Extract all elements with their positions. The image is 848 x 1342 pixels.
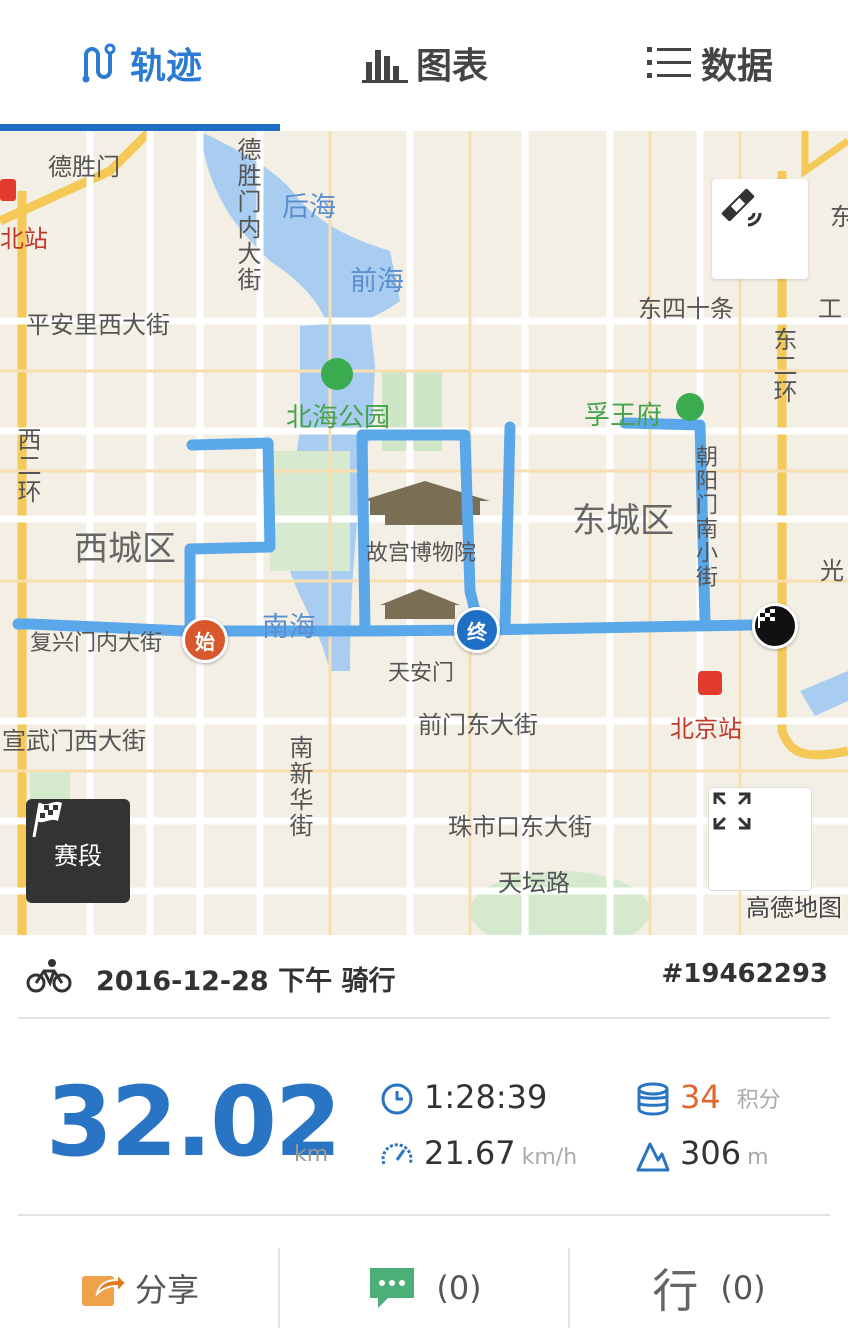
elevation-stat: 306 m	[636, 1134, 769, 1172]
checkered-flag-marker[interactable]	[752, 603, 798, 649]
coins-icon	[637, 1082, 669, 1116]
tab-data[interactable]: 数据	[570, 0, 848, 125]
map-label-xiwangfu: 孚王府	[584, 401, 663, 431]
route-end-marker[interactable]: 终	[454, 607, 500, 653]
map-label-guang: 光	[820, 557, 844, 585]
track-icon	[82, 43, 116, 82]
share-icon	[81, 1271, 127, 1306]
segment-label: 赛段	[54, 841, 102, 870]
map-label-dong: 东	[830, 203, 848, 231]
map-label-tiananmen: 天安门	[388, 661, 455, 686]
speed-value: 21.67	[424, 1134, 516, 1172]
activity-header: 2016-12-28 下午 骑行 #19462293	[0, 935, 848, 1017]
satellite-icon	[721, 188, 762, 227]
comment-icon	[370, 1268, 415, 1308]
map-label-fuxingmen: 复兴门内大街	[30, 631, 163, 656]
elevation-value: 306	[680, 1134, 742, 1172]
share-button[interactable]: 分享	[0, 1240, 278, 1336]
tab-chart[interactable]: 图表	[280, 0, 570, 125]
list-icon	[646, 46, 691, 78]
tab-track-label: 轨迹	[129, 45, 202, 87]
divider	[18, 1214, 830, 1216]
map-label-gong: 工	[818, 295, 842, 323]
duration-value: 1:28:39	[424, 1078, 548, 1116]
active-tab-indicator	[0, 124, 280, 131]
points-stat: 34 积分	[636, 1078, 781, 1116]
bar-chart-icon	[361, 49, 408, 83]
checkered-flag-icon	[758, 609, 775, 628]
fullscreen-button[interactable]	[708, 787, 812, 891]
map-label-tiantan: 天坛路	[498, 869, 570, 897]
map-label-xuanwumen: 宣武门西大街	[2, 727, 146, 755]
distance-unit: km	[294, 1142, 329, 1167]
map-label-pinganli: 平安里西大街	[26, 311, 170, 339]
like-glyph: 行	[652, 1264, 699, 1318]
comment-button[interactable]: (0)	[280, 1240, 568, 1336]
map-label-deshengmen: 德胜门	[48, 153, 120, 181]
points-value: 34	[680, 1078, 721, 1116]
speedometer-icon	[381, 1143, 413, 1165]
comment-count: (0)	[436, 1269, 482, 1307]
tab-bar: 轨迹 图表 数据	[0, 0, 848, 131]
map-label-deshengmen-nei: 德胜门内大街	[233, 137, 261, 293]
map-label-houhai: 后海	[282, 192, 336, 223]
map-label-qianmen: 前门东大街	[418, 711, 538, 739]
map-label-qianhai: 前海	[350, 266, 404, 297]
elevation-unit: m	[747, 1145, 769, 1170]
points-label: 积分	[736, 1088, 781, 1113]
map-label-xierhuan: 西二环	[13, 427, 41, 505]
map-label-beijingzhan: 北京站	[670, 715, 742, 743]
map-label-nanxinhua: 南新华街	[285, 735, 313, 839]
clock-icon	[381, 1083, 413, 1115]
expand-icon	[713, 792, 751, 830]
duration-stat: 1:28:39	[380, 1078, 547, 1116]
map-label-xicheng: 西城区	[74, 529, 176, 569]
checkered-flag-icon	[32, 801, 62, 838]
bicycle-icon	[26, 959, 72, 993]
map-label-nanhai: 南海	[262, 612, 316, 643]
tab-track[interactable]: 轨迹	[0, 0, 280, 125]
map-label-gugong: 故宫博物院	[366, 541, 477, 566]
like-count: (0)	[720, 1269, 766, 1307]
speed-stat: 21.67 km/h	[380, 1134, 577, 1172]
route-start-marker[interactable]: 始	[182, 617, 228, 663]
share-label: 分享	[134, 1271, 199, 1309]
map-credit: 高德地图	[746, 894, 842, 922]
like-button[interactable]: 行 (0)	[570, 1240, 848, 1336]
map-label-dongcheng: 东城区	[572, 501, 674, 541]
map-label-dongsi: 东四十条	[638, 295, 734, 323]
segment-button[interactable]: 赛段	[26, 799, 130, 903]
map-label-beizhan: 北站	[0, 225, 48, 253]
divider	[18, 1017, 830, 1019]
tab-chart-label: 图表	[415, 45, 488, 87]
map-label-beihai: 北海公园	[286, 403, 391, 433]
activity-id: #19462293	[661, 959, 828, 989]
activity-date: 2016-12-28 下午 骑行	[96, 966, 396, 997]
map-label-dongerhuan: 东二环	[769, 327, 797, 405]
tab-data-label: 数据	[700, 45, 773, 87]
action-bar: 分享 (0) 行 (0)	[0, 1240, 848, 1342]
route-map[interactable]: 德胜门 北站 德胜门内大街 后海 前海 平安里西大街 东四十条 工 东 东二环 …	[0, 131, 848, 935]
map-label-chaoyangmen: 朝阳门南小街	[692, 445, 717, 589]
map-label-zhushikou: 珠市口东大街	[448, 813, 592, 841]
mountain-icon	[636, 1142, 670, 1172]
gps-button[interactable]	[712, 179, 808, 279]
speed-unit: km/h	[521, 1145, 578, 1170]
